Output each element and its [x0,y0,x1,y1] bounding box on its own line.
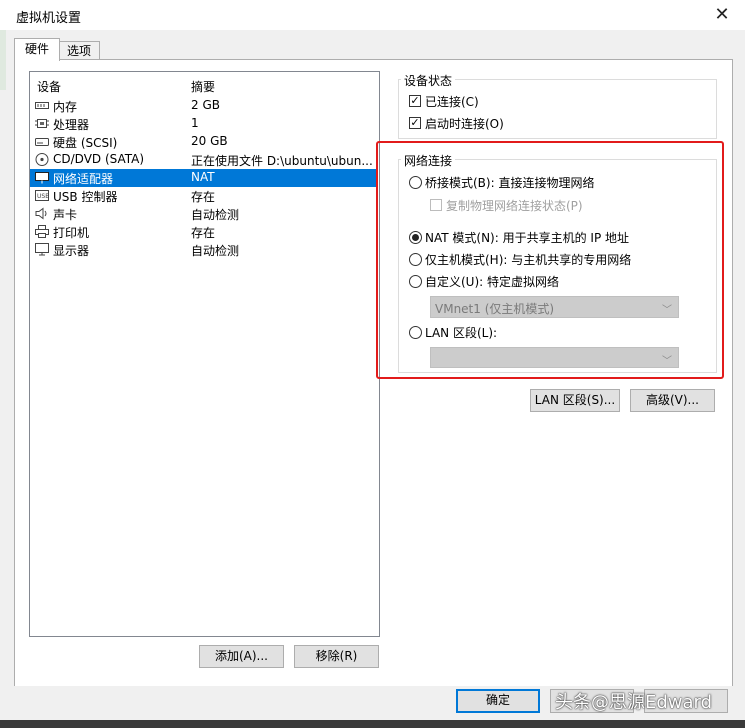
connected-checkbox[interactable]: ✓ [409,95,421,107]
device-summary: 存在 [191,226,216,240]
watermark: 头条@思源Edward [555,692,713,713]
device-row-display[interactable]: 显示器 自动检测 [30,241,378,259]
harddisk-icon [35,135,49,148]
device-name: 处理器 [53,118,90,132]
device-summary: 正在使用文件 D:\ubuntu\ubun... [191,154,373,168]
device-row-memory[interactable]: 内存 2 GB [30,97,378,115]
device-name: 打印机 [53,226,90,240]
svg-text:USB: USB [37,193,49,200]
device-summary: 1 [191,116,199,130]
display-icon [35,243,49,256]
device-summary: 2 GB [191,98,220,112]
connect-at-power-on-checkbox[interactable]: ✓ [409,117,421,129]
title-bar [0,0,745,30]
background-window-edge [0,30,6,90]
lan-segments-button[interactable]: LAN 区段(S)... [530,389,620,412]
tab-hardware[interactable]: 硬件 [14,38,60,61]
device-row-cdrom[interactable]: CD/DVD (SATA) 正在使用文件 D:\ubuntu\ubun... [30,151,378,169]
close-button[interactable]: ✕ [708,2,736,28]
device-name: 网络适配器 [53,172,114,186]
advanced-button[interactable]: 高级(V)... [630,389,715,412]
sound-icon [35,207,49,220]
device-name: 内存 [53,100,78,114]
printer-icon [35,225,49,238]
device-name: 显示器 [53,244,90,258]
connected-label[interactable]: 已连接(C) [425,93,479,110]
processor-icon [35,117,49,130]
device-column-header[interactable]: 设备 [37,78,61,95]
device-row-sound[interactable]: 声卡 自动检测 [30,205,378,223]
add-device-button[interactable]: 添加(A)... [199,645,284,668]
device-summary: NAT [191,170,215,184]
tab-options[interactable]: 选项 [58,41,100,61]
device-summary: 自动检测 [191,244,240,258]
device-row-processor[interactable]: 处理器 1 [30,115,378,133]
device-row-network-adapter[interactable]: 网络适配器 NAT [30,169,378,187]
device-row-usb[interactable]: USB USB 控制器 存在 [30,187,378,205]
device-summary: 20 GB [191,134,228,148]
device-name: 硬盘 (SCSI) [53,136,118,150]
usb-icon: USB [35,189,49,202]
remove-device-button[interactable]: 移除(R) [294,645,379,668]
device-name: CD/DVD (SATA) [53,152,145,166]
device-row-printer[interactable]: 打印机 存在 [30,223,378,241]
cdrom-icon [35,153,49,166]
summary-column-header[interactable]: 摘要 [191,78,215,95]
highlight-box [376,141,724,379]
device-status-title: 设备状态 [401,72,456,89]
memory-icon [35,99,49,112]
window-title: 虚拟机设置 [16,11,82,26]
device-name: 声卡 [53,208,78,222]
network-adapter-icon [35,171,49,184]
device-row-harddisk[interactable]: 硬盘 (SCSI) 20 GB [30,133,378,151]
ok-button[interactable]: 确定 [456,689,540,713]
connect-at-power-on-label[interactable]: 启动时连接(O) [425,115,504,132]
device-summary: 存在 [191,190,216,204]
device-summary: 自动检测 [191,208,240,222]
taskbar-strip [0,720,745,728]
device-name: USB 控制器 [53,190,118,204]
